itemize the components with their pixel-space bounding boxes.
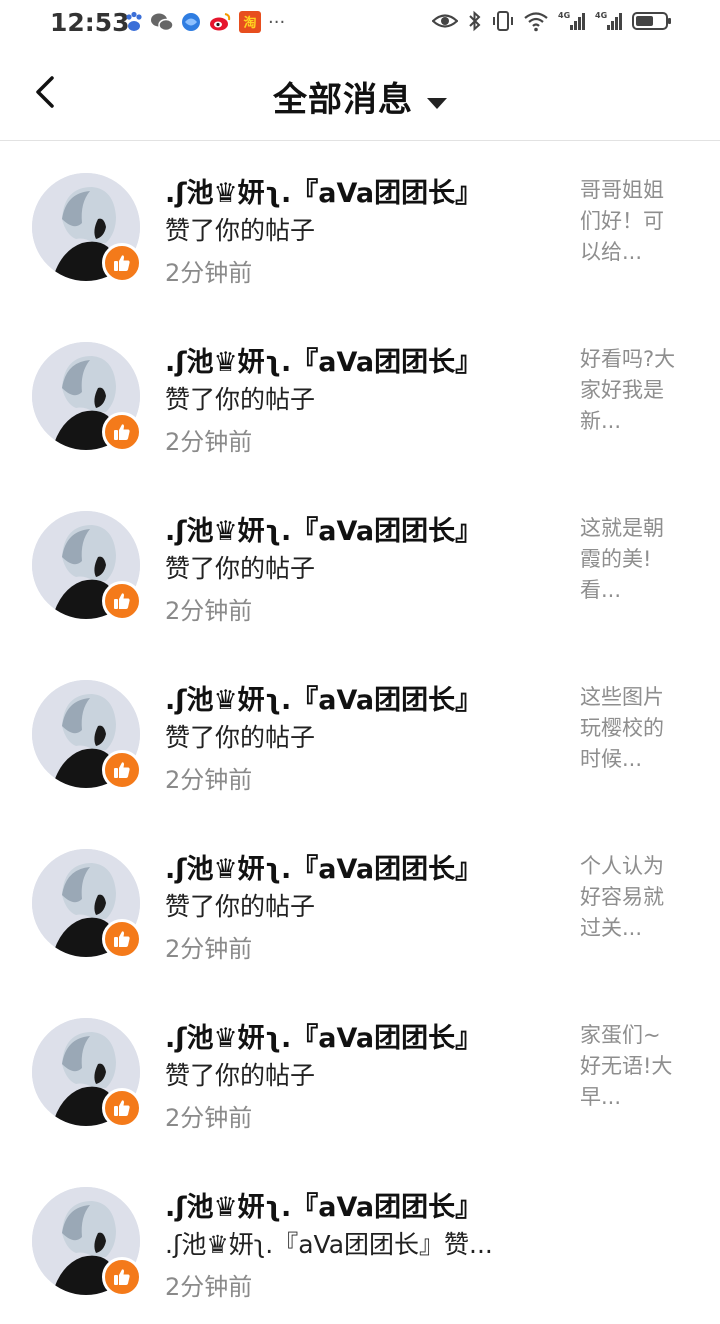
page-title: 全部消息 [273,80,413,120]
status-bar: 12:53 淘 ··· 4G 4G [0,0,720,46]
thumbs-up-icon [114,255,130,271]
wifi-icon [524,12,548,32]
message-item[interactable]: .ʃ池♛妍ʅ.『aVa团团长』 赞了你的帖子 2分钟前 哥哥姐姐们好！可以给..… [0,141,720,310]
like-badge [102,919,142,959]
message-time: 2分钟前 [165,1104,253,1132]
post-preview[interactable]: 个人认为好容易就过关... [580,851,680,944]
taobao-icon: 淘 [239,11,261,33]
thumbs-up-icon [114,1269,130,1285]
sender-name: .ʃ池♛妍ʅ.『aVa团团长』 [165,178,483,209]
message-time: 2分钟前 [165,597,253,625]
svg-text:4G: 4G [558,11,570,20]
message-action: 赞了你的帖子 [165,1061,316,1090]
dropdown-caret-icon [427,98,447,109]
post-preview[interactable]: 哥哥姐姐们好！可以给... [580,175,680,268]
more-notifications: ··· [268,11,286,33]
avatar-container[interactable] [32,849,142,959]
sender-name: .ʃ池♛妍ʅ.『aVa团团长』 [165,1192,483,1223]
message-action: 赞了你的帖子 [165,892,316,921]
message-action: 赞了你的帖子 [165,216,316,245]
message-action: 赞了你的帖子 [165,385,316,414]
system-icons: 4G 4G [432,10,672,32]
weibo-icon [210,13,231,31]
sender-name: .ʃ池♛妍ʅ.『aVa团团长』 [165,347,483,378]
sender-name: .ʃ池♛妍ʅ.『aVa团团长』 [165,685,483,716]
avatar-container[interactable] [32,173,142,283]
message-action: 赞了你的帖子 [165,723,316,752]
eye-icon [432,14,458,28]
wechat-icon [151,13,174,32]
signal-4g-2-icon: 4G [595,11,622,30]
sender-name: .ʃ池♛妍ʅ.『aVa团团长』 [165,1023,483,1054]
like-badge [102,581,142,621]
battery-icon [632,12,671,30]
message-item[interactable]: .ʃ池♛妍ʅ.『aVa团团长』 赞了你的帖子 2分钟前 这些图片玩樱校的时候..… [0,648,720,817]
status-time: 12:53 [50,8,130,37]
like-badge [102,750,142,790]
message-action: 赞了你的帖子 [165,554,316,583]
thumbs-up-icon [114,593,130,609]
notification-icons: 淘 ··· [124,10,285,34]
avatar-container[interactable] [32,1018,142,1128]
post-preview[interactable]: 这些图片玩樱校的时候... [580,682,680,775]
message-item[interactable]: .ʃ池♛妍ʅ.『aVa团团长』 赞了你的帖子 2分钟前 好看吗?大家好我是新..… [0,310,720,479]
message-action: .ʃ池♛妍ʅ.『aVa团团长』赞... [165,1230,493,1259]
thumbs-up-icon [114,1100,130,1116]
like-badge [102,1088,142,1128]
message-item[interactable]: .ʃ池♛妍ʅ.『aVa团团长』 赞了你的帖子 2分钟前 家蛋们~好无语!大早..… [0,986,720,1155]
avatar-container[interactable] [32,680,142,790]
message-time: 2分钟前 [165,259,253,287]
post-preview[interactable]: 家蛋们~好无语!大早... [580,1020,680,1113]
thumbs-up-icon [114,424,130,440]
avatar-container[interactable] [32,342,142,452]
sender-name: .ʃ池♛妍ʅ.『aVa团团长』 [165,854,483,885]
message-item[interactable]: .ʃ池♛妍ʅ.『aVa团团长』 .ʃ池♛妍ʅ.『aVa团团长』赞... 2分钟前 [0,1155,720,1324]
message-time: 2分钟前 [165,1273,253,1301]
thumbs-up-icon [114,931,130,947]
browser-icon [182,13,200,31]
message-item[interactable]: .ʃ池♛妍ʅ.『aVa团团长』 赞了你的帖子 2分钟前 个人认为好容易就过关..… [0,817,720,986]
baidu-paw-icon [126,11,142,31]
message-item[interactable]: .ʃ池♛妍ʅ.『aVa团团长』 赞了你的帖子 2分钟前 这就是朝霞的美!看... [0,479,720,648]
thumbs-up-icon [114,762,130,778]
svg-text:淘: 淘 [243,15,256,31]
message-list: .ʃ池♛妍ʅ.『aVa团团长』 赞了你的帖子 2分钟前 哥哥姐姐们好！可以给..… [0,141,720,1324]
bluetooth-icon [469,10,481,32]
sender-name: .ʃ池♛妍ʅ.『aVa团团长』 [165,516,483,547]
top-navigation-bar: 全部消息 [0,46,720,141]
title-dropdown[interactable]: 全部消息 [0,72,720,121]
like-badge [102,412,142,452]
like-badge [102,1257,142,1297]
message-time: 2分钟前 [165,428,253,456]
svg-text:4G: 4G [595,11,607,20]
message-time: 2分钟前 [165,766,253,794]
message-time: 2分钟前 [165,935,253,963]
post-preview[interactable]: 好看吗?大家好我是新... [580,344,680,437]
vibrate-icon [493,11,513,31]
like-badge [102,243,142,283]
post-preview[interactable]: 这就是朝霞的美!看... [580,513,680,606]
signal-4g-icon: 4G [558,11,585,30]
avatar-container[interactable] [32,1187,142,1297]
avatar-container[interactable] [32,511,142,621]
